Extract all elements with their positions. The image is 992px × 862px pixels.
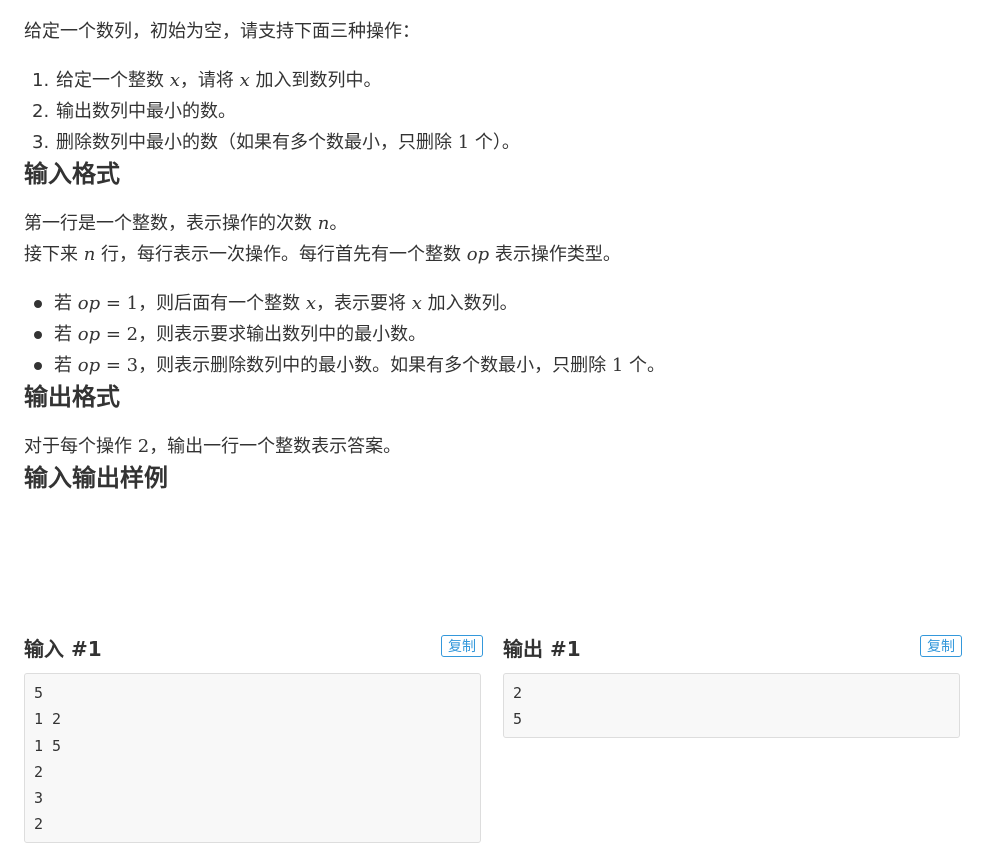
- sample-line: 3: [34, 789, 44, 808]
- sample-input-box[interactable]: 5 1 2 1 5 2 3 2: [24, 673, 481, 843]
- intro-text: 给定一个数列，初始为空，请支持下面三种操作：: [24, 21, 420, 42]
- bullet-icon: [34, 300, 42, 308]
- input-format-line: 第一行是一个整数，表示操作的次数 n。: [24, 213, 348, 234]
- math-number: 2: [137, 436, 150, 457]
- sample-line: 5: [34, 684, 44, 702]
- operation-item: 2. 输出数列中最小的数。: [32, 96, 968, 127]
- math-var: n: [317, 213, 330, 234]
- sample-io: 输入 #1 复制 5 1 2 1 5 2 3 2 输出 #1 复制 2 5: [24, 630, 964, 850]
- operations-list: 1. 给定一个整数 x，请将 x 加入到数列中。 2. 输出数列中最小的数。 3…: [24, 65, 968, 158]
- case-item: 若 op = 2，则表示要求输出数列中的最小数。: [34, 319, 968, 350]
- sample-output-title: 输出 #1: [503, 637, 581, 661]
- sample-line: 5: [513, 710, 523, 729]
- copy-input-button[interactable]: 复制: [441, 635, 483, 657]
- samples-heading: 输入输出样例: [24, 464, 168, 492]
- bullet-icon: [34, 331, 42, 339]
- input-format-line: 接下来 n 行，每行表示一次操作。每行首先有一个整数 op 表示操作类型。: [24, 244, 621, 265]
- math-number: 1: [457, 132, 470, 153]
- math-var: op: [466, 244, 490, 265]
- sample-input-title: 输入 #1: [24, 637, 102, 661]
- sample-output-box[interactable]: 2 5: [503, 673, 960, 738]
- sample-line: 1 5: [34, 736, 62, 755]
- sample-input: 输入 #1 复制 5 1 2 1 5 2 3 2: [24, 630, 483, 843]
- math-var: x: [169, 70, 180, 91]
- output-format-line: 对于每个操作 2，输出一行一个整数表示答案。: [24, 436, 402, 457]
- list-marker: 3.: [32, 132, 50, 153]
- sample-line: 1 2: [34, 710, 62, 729]
- list-marker: 1.: [32, 70, 50, 91]
- problem-statement: 给定一个数列，初始为空，请支持下面三种操作： 1. 给定一个整数 x，请将 x …: [24, 0, 968, 494]
- math-var: x: [239, 70, 250, 91]
- operation-item: 3. 删除数列中最小的数（如果有多个数最小，只删除 1 个）。: [32, 127, 968, 158]
- copy-output-button[interactable]: 复制: [920, 635, 962, 657]
- sample-output-header: 输出 #1 复制: [503, 630, 962, 666]
- operation-cases-list: 若 op = 1，则后面有一个整数 x，表示要将 x 加入数列。 若 op = …: [24, 288, 968, 381]
- bullet-icon: [34, 362, 42, 370]
- operation-item: 1. 给定一个整数 x，请将 x 加入到数列中。: [32, 65, 968, 96]
- output-format-heading: 输出格式: [24, 383, 120, 411]
- input-format-heading: 输入格式: [24, 160, 120, 188]
- sample-input-header: 输入 #1 复制: [24, 630, 483, 666]
- case-item: 若 op = 3，则表示删除数列中的最小数。如果有多个数最小，只删除 1 个。: [34, 350, 968, 381]
- list-marker: 2.: [32, 101, 50, 122]
- math-var: n: [83, 244, 96, 265]
- case-item: 若 op = 1，则后面有一个整数 x，表示要将 x 加入数列。: [34, 288, 968, 319]
- sample-line: 2: [34, 815, 44, 834]
- sample-output: 输出 #1 复制 2 5: [503, 630, 962, 738]
- sample-line: 2: [34, 762, 44, 781]
- sample-line: 2: [513, 684, 523, 702]
